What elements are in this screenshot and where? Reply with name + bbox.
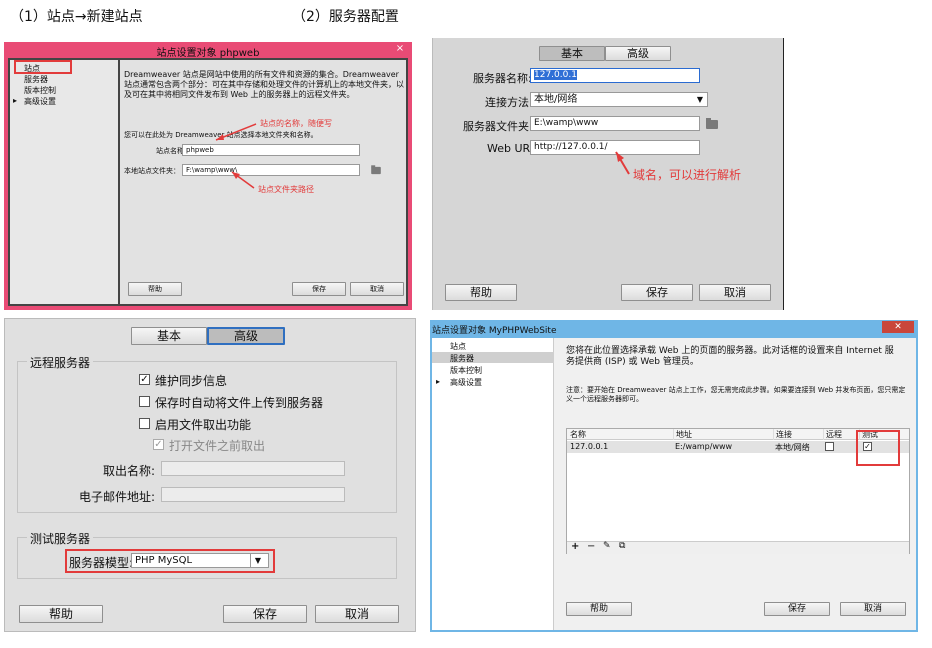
duplicate-server-icon[interactable]: ⧉ — [619, 541, 625, 551]
email-label: 电子邮件地址: — [79, 490, 156, 504]
sidebar-item-server[interactable]: 服务器 — [24, 74, 48, 85]
open-checkout-checkbox: ✓ — [153, 439, 164, 450]
sidebar-item-site[interactable]: 站点 — [450, 341, 466, 352]
close-button[interactable]: × — [392, 43, 408, 55]
annotation-domain: 域名，可以进行解析 — [633, 168, 742, 182]
dialog-body: 站点 服务器 版本控制 ▸ 高级设置 Dreamweaver 站点是网站中使用的… — [8, 58, 408, 306]
close-button[interactable]: ✕ — [882, 321, 914, 333]
content-pane: Dreamweaver 站点是网站中使用的所有文件和资源的集合。Dreamwea… — [120, 60, 406, 304]
expand-arrow-icon: ▸ — [436, 377, 441, 386]
highlight-box — [65, 549, 275, 573]
test-server-group-label: 测试服务器 — [27, 530, 94, 547]
sidebar: 站点 服务器 版本控制 ▸ 高级设置 — [432, 338, 554, 630]
row-connection: 本地/网络 — [775, 443, 810, 452]
help-button[interactable]: 帮助 — [128, 282, 182, 296]
sidebar-item-server[interactable]: 服务器 — [450, 353, 474, 364]
content-pane: 您将在此位置选择承载 Web 上的页面的服务器。此对话框的设置来自 Intern… — [556, 338, 916, 630]
row-address: E:/wamp/www — [675, 442, 733, 451]
note-text: 注意：要开始在 Dreamweaver 站点上工作，您无需完成此步骤。如果要连接… — [566, 386, 906, 403]
row-name: 127.0.0.1 — [570, 442, 609, 451]
highlight-box — [856, 430, 900, 466]
dialog-title: 站点设置对象 MyPHPWebSite — [432, 326, 557, 336]
caption-server-config: （2）服务器配置 — [292, 9, 399, 25]
cancel-button[interactable]: 取消 — [699, 284, 771, 301]
save-button[interactable]: 保存 — [764, 602, 830, 616]
checkout-name-input — [161, 461, 345, 476]
open-checkout-label: 打开文件之前取出 — [169, 439, 266, 453]
highlight-box — [14, 60, 72, 74]
auto-upload-label: 保存时自动将文件上传到服务器 — [155, 396, 324, 410]
cancel-button[interactable]: 取消 — [840, 602, 906, 616]
save-button[interactable]: 保存 — [621, 284, 693, 301]
remote-server-group-label: 远程服务器 — [27, 354, 94, 371]
server-basic-dialog: 基本 高级 服务器名称: 127.0.0.1 连接方法: 本地/网络 ▼ 服务器… — [432, 38, 784, 310]
sidebar: 站点 服务器 版本控制 ▸ 高级设置 — [10, 60, 118, 304]
column-header-address[interactable]: 地址 — [673, 429, 692, 440]
column-header-connection[interactable]: 连接 — [773, 429, 792, 440]
server-advanced-dialog: 基本 高级 远程服务器 ✓ 维护同步信息 保存时自动将文件上传到服务器 启用文件… — [4, 318, 416, 632]
dialog-body: 站点 服务器 版本控制 ▸ 高级设置 您将在此位置选择承载 Web 上的页面的服… — [432, 338, 916, 630]
remove-server-icon[interactable]: − — [587, 541, 595, 552]
tab-advanced[interactable]: 高级 — [207, 327, 285, 345]
tab-basic[interactable]: 基本 — [131, 327, 207, 345]
sidebar-item-advanced[interactable]: 高级设置 — [450, 377, 482, 388]
save-button[interactable]: 保存 — [223, 605, 307, 623]
site-setup-dialog-myphpwebsite: 站点设置对象 MyPHPWebSite ✕ 站点 服务器 版本控制 ▸ 高级设置… — [430, 320, 918, 632]
sidebar-item-version-control[interactable]: 版本控制 — [450, 365, 482, 376]
add-server-icon[interactable]: + — [571, 541, 579, 552]
dialog-title: 站点设置对象 phpweb — [156, 48, 260, 59]
help-button[interactable]: 帮助 — [19, 605, 103, 623]
column-header-name[interactable]: 名称 — [570, 429, 586, 440]
annotation-arrows — [215, 123, 257, 189]
help-button[interactable]: 帮助 — [566, 602, 632, 616]
email-input — [161, 487, 345, 502]
sidebar-item-advanced[interactable]: 高级设置 — [24, 96, 56, 107]
sync-label: 维护同步信息 — [155, 374, 228, 388]
auto-upload-checkbox[interactable] — [139, 396, 150, 407]
edit-server-icon[interactable]: ✎ — [603, 541, 611, 551]
caption-site-new: （1）站点→新建站点 — [10, 9, 143, 25]
description-text: 您将在此位置选择承载 Web 上的页面的服务器。此对话框的设置来自 Intern… — [566, 346, 894, 367]
site-setup-dialog-phpweb: 站点设置对象 phpweb × 站点 服务器 版本控制 ▸ 高级设置 Dream… — [4, 42, 412, 310]
cancel-button[interactable]: 取消 — [350, 282, 404, 296]
save-button[interactable]: 保存 — [292, 282, 346, 296]
expand-arrow-icon: ▸ — [13, 96, 18, 105]
cancel-button[interactable]: 取消 — [315, 605, 399, 623]
checkout-checkbox[interactable] — [139, 418, 150, 429]
sync-checkbox[interactable]: ✓ — [139, 374, 150, 385]
checkout-label: 启用文件取出功能 — [155, 418, 252, 432]
column-header-remote[interactable]: 远程 — [823, 429, 842, 440]
table-toolbar: + − ✎ ⧉ — [567, 541, 909, 554]
sidebar-item-version-control[interactable]: 版本控制 — [24, 85, 56, 96]
help-button[interactable]: 帮助 — [445, 284, 517, 301]
checkout-name-label: 取出名称: — [103, 464, 156, 478]
remote-checkbox[interactable] — [825, 442, 834, 451]
